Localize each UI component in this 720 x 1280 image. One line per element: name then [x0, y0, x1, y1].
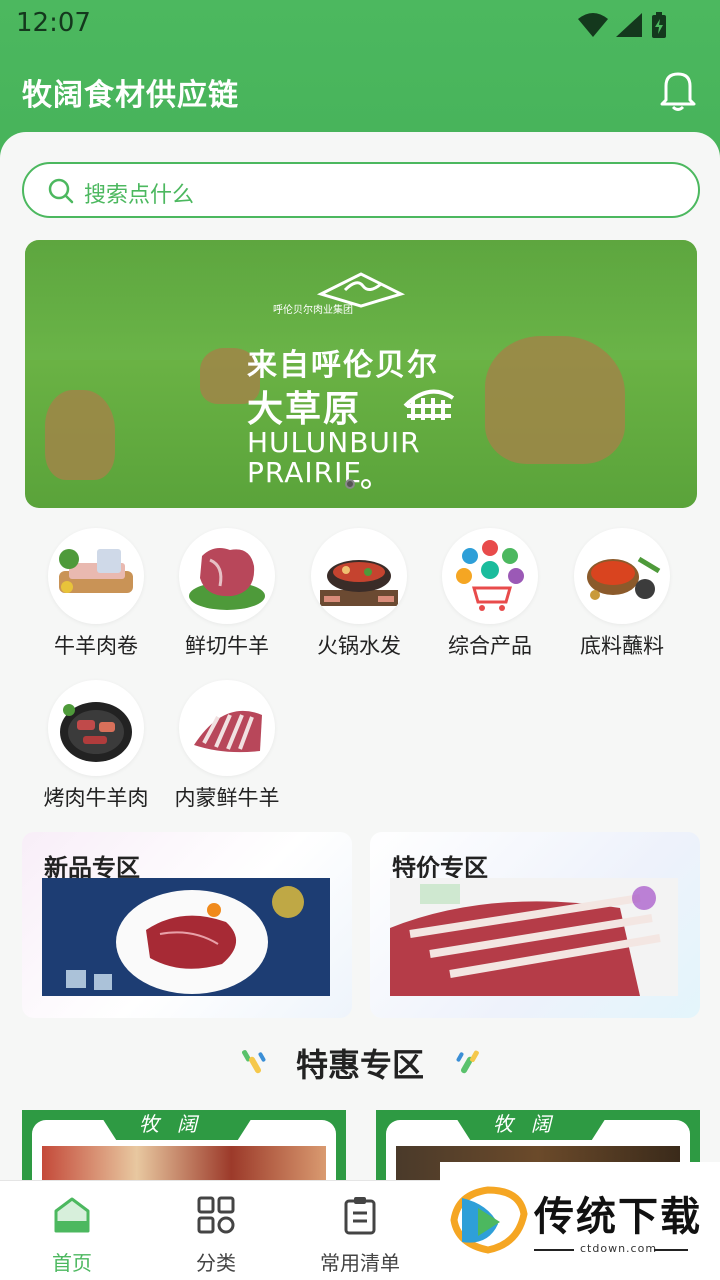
- watermark: 传统下载 ctdown.com: [440, 1162, 720, 1280]
- category-label: 内蒙鲜牛羊: [174, 786, 280, 810]
- category-label: 鲜切牛羊: [185, 634, 269, 658]
- cow-image: [485, 336, 625, 464]
- banner-brand: 呼伦贝尔肉业集团: [273, 305, 353, 316]
- tab-category[interactable]: 分类: [156, 1195, 276, 1276]
- tab-label: 分类: [196, 1251, 236, 1275]
- divider: [654, 1249, 688, 1251]
- cow-image: [45, 390, 115, 480]
- tab-label: 常用清单: [320, 1251, 400, 1275]
- category-hotpot[interactable]: 火锅水发: [294, 528, 424, 660]
- status-icons: [578, 12, 668, 38]
- search-bar[interactable]: 搜索点什么: [22, 162, 700, 218]
- promo-special-offers[interactable]: 特价专区: [370, 832, 700, 1018]
- meat-roll-icon: [48, 528, 144, 624]
- steak-image: [42, 878, 330, 996]
- hotpot-icon: [311, 528, 407, 624]
- deal-tag: 牧阔: [97, 1110, 257, 1140]
- watermark-logo: [450, 1186, 528, 1254]
- watermark-name: 传统下载: [534, 1194, 702, 1240]
- tab-label: 首页: [52, 1251, 92, 1275]
- deal-tag: 牧阔: [451, 1110, 611, 1140]
- banner-carousel[interactable]: 呼伦贝尔肉业集团 来自呼伦贝尔 大草原 HULUNBUIR PRAIRIE: [25, 240, 697, 508]
- fresh-meat-icon: [179, 528, 275, 624]
- app-title: 牧阔食材供应链: [22, 78, 239, 113]
- products-icon: [442, 528, 538, 624]
- category-label: 火锅水发: [317, 634, 401, 658]
- status-bar: 12:07: [0, 0, 720, 50]
- home-icon: [54, 1197, 90, 1233]
- signal-icon: [616, 13, 642, 37]
- battery-icon: [652, 12, 666, 38]
- tab-home[interactable]: 首页: [12, 1195, 132, 1276]
- grid-icon: [197, 1196, 235, 1234]
- tab-favorites-list[interactable]: 常用清单: [300, 1195, 420, 1276]
- category-label: 底料蘸料: [580, 634, 664, 658]
- bbq-icon: [48, 680, 144, 776]
- lamb-rack-image: [390, 878, 678, 996]
- divider: [534, 1249, 574, 1251]
- carousel-dot[interactable]: [361, 479, 371, 489]
- wifi-icon: [578, 13, 608, 37]
- banner-headline-1: 来自呼伦贝尔: [247, 348, 439, 383]
- spices-icon: [574, 528, 670, 624]
- banner-english-1: HULUNBUIR: [247, 426, 421, 459]
- deal-card[interactable]: 牧阔: [22, 1110, 346, 1190]
- status-time: 12:07: [16, 8, 91, 38]
- section-title: 特惠专区: [295, 1046, 424, 1084]
- category-products[interactable]: 综合产品: [425, 528, 555, 660]
- sparkle-right-icon: [456, 1050, 479, 1074]
- category-bbq[interactable]: 烤肉牛羊肉: [31, 680, 161, 812]
- carousel-indicator: [345, 479, 371, 489]
- watermark-url: ctdown.com: [580, 1242, 658, 1255]
- category-spices[interactable]: 底料蘸料: [557, 528, 687, 660]
- promo-new-products[interactable]: 新品专区: [22, 832, 352, 1018]
- category-fresh-meat[interactable]: 鲜切牛羊: [162, 528, 292, 660]
- bell-icon[interactable]: [658, 68, 698, 112]
- search-icon: [48, 178, 74, 204]
- category-label: 烤肉牛羊肉: [43, 786, 149, 810]
- banner-headline-2: 大草原: [247, 389, 362, 430]
- category-label: 综合产品: [448, 634, 532, 658]
- clipboard-icon: [344, 1197, 376, 1235]
- category-meat-roll[interactable]: 牛羊肉卷: [31, 528, 161, 660]
- search-placeholder: 搜索点什么: [84, 183, 195, 208]
- carousel-dot[interactable]: [345, 479, 355, 489]
- category-lamb[interactable]: 内蒙鲜牛羊: [162, 680, 292, 812]
- lamb-rack-icon: [179, 680, 275, 776]
- category-label: 牛羊肉卷: [54, 634, 138, 658]
- fence-icon: [403, 389, 455, 420]
